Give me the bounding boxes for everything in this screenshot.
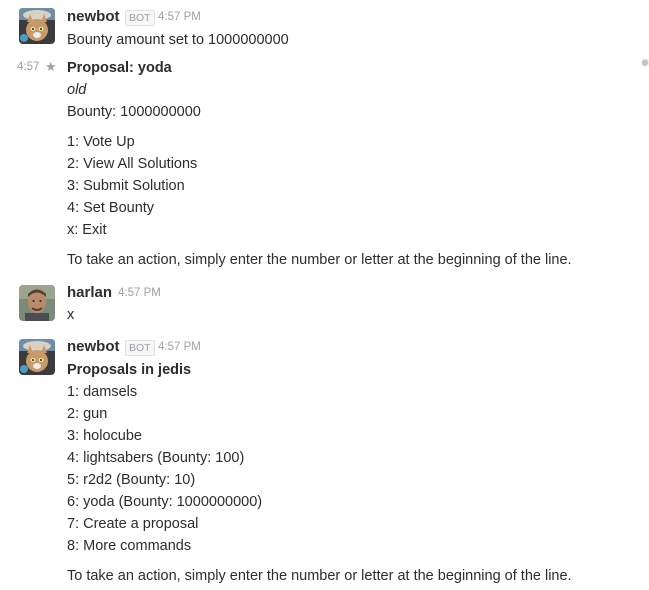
message-timestamp[interactable]: 4:57 PM <box>118 287 161 299</box>
gear-icon[interactable]: ✹ <box>640 56 649 70</box>
gutter-timestamp[interactable]: 4:57 <box>17 61 39 73</box>
menu-option: 3: Submit Solution <box>67 178 185 194</box>
menu-option: 4: Set Bounty <box>67 200 155 216</box>
newbot-avatar[interactable] <box>19 8 55 44</box>
message-text: Bounty amount set to 1000000000 <box>67 32 289 48</box>
proposal-list-item: 5: r2d2 (Bounty: 10) <box>67 472 196 488</box>
star-icon[interactable]: ★ <box>45 59 57 75</box>
bot-badge: BOT <box>125 340 155 356</box>
newbot-avatar[interactable] <box>19 339 55 375</box>
proposal-list-item: 6: yoda (Bounty: 1000000000) <box>67 494 263 510</box>
proposal-list-item: 7: Create a proposal <box>67 516 199 532</box>
proposal-list-item: 1: damsels <box>67 384 138 400</box>
proposal-bounty: Bounty: 1000000000 <box>67 104 201 120</box>
message-timestamp[interactable]: 4:57 PM <box>158 341 201 353</box>
message-timestamp[interactable]: 4:57 PM <box>158 11 201 23</box>
proposal-list-item: 3: holocube <box>67 428 142 444</box>
proposal-title: Proposal: yoda <box>67 60 172 76</box>
message-author[interactable]: newbot <box>67 338 120 355</box>
menu-option: 1: Vote Up <box>67 134 135 150</box>
menu-option: x: Exit <box>67 222 107 238</box>
message-author[interactable]: harlan <box>67 284 112 301</box>
instructions-text: To take an action, simply enter the numb… <box>67 568 572 584</box>
menu-option: 2: View All Solutions <box>67 156 198 172</box>
bot-badge: BOT <box>125 10 155 26</box>
instructions-text: To take an action, simply enter the numb… <box>67 252 572 268</box>
message-author[interactable]: newbot <box>67 8 120 25</box>
harlan-avatar[interactable] <box>19 285 55 321</box>
message-text: x <box>67 307 75 323</box>
proposal-description: old <box>67 82 87 98</box>
proposals-heading: Proposals in jedis <box>67 362 192 378</box>
proposal-list-item: 2: gun <box>67 406 108 422</box>
proposal-list-item: 8: More commands <box>67 538 192 554</box>
proposal-list-item: 4: lightsabers (Bounty: 100) <box>67 450 245 466</box>
